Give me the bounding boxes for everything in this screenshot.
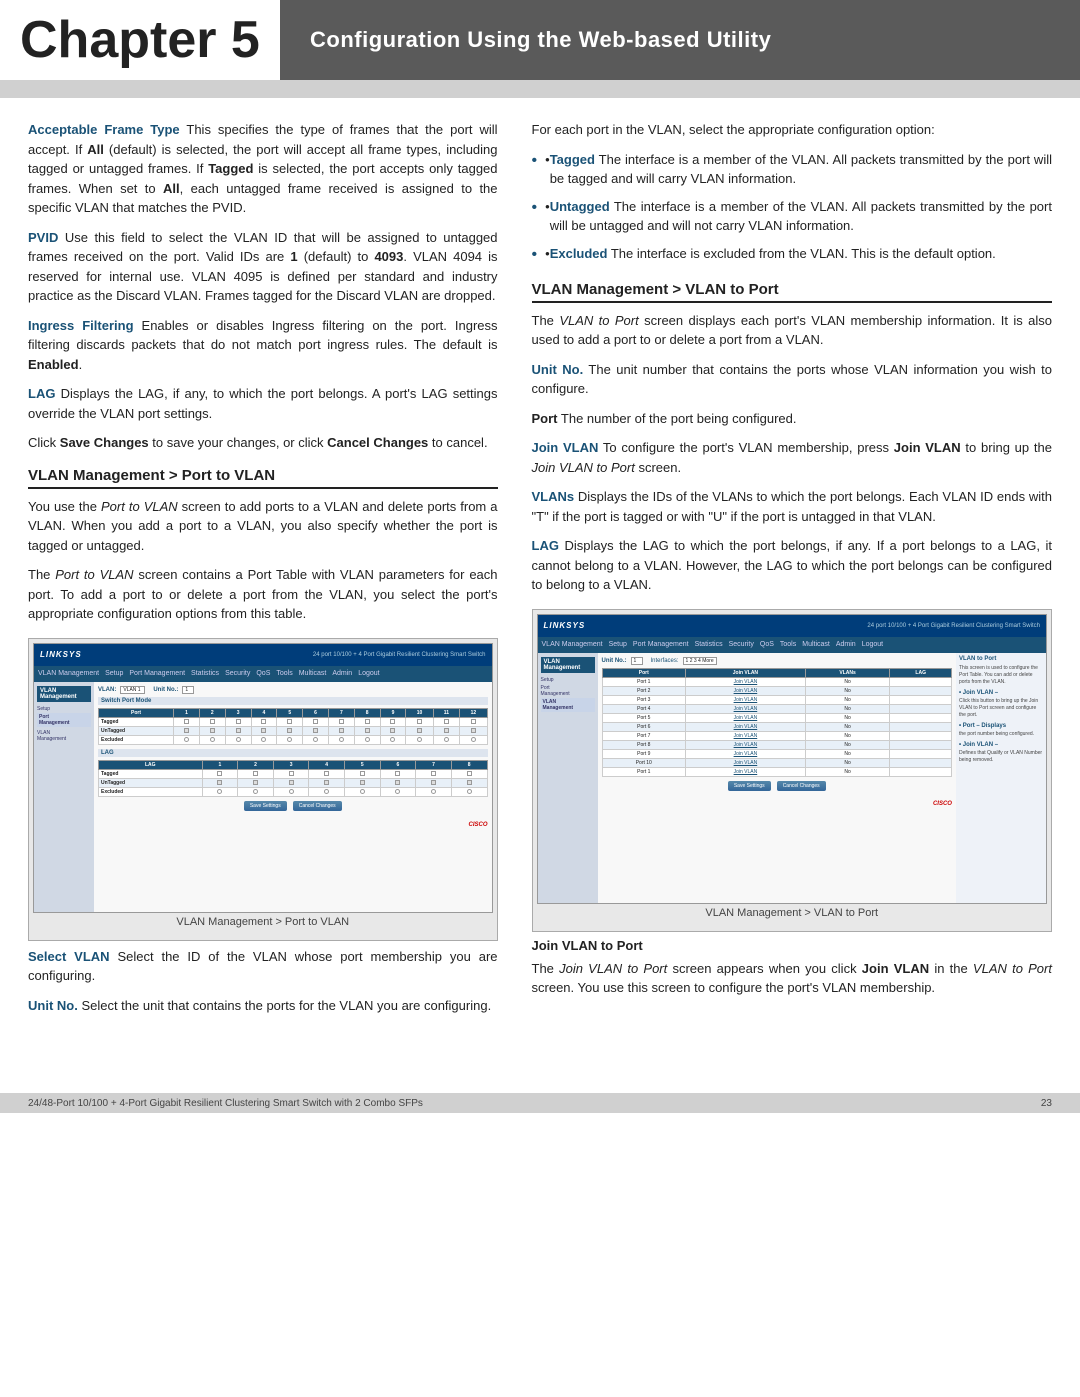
- join-vlan-to-port-heading: Join VLAN to Port: [532, 938, 1052, 953]
- footer-right: 23: [1041, 1098, 1052, 1109]
- ui-logo-left: LINKSYS: [40, 650, 82, 659]
- table-row: Port 3 Join VLAN No: [602, 695, 951, 704]
- left-column: Acceptable Frame Type This specifies the…: [28, 120, 520, 1025]
- ui-header-right: LINKSYS 24 port 10/100 + 4 Port Gigabit …: [538, 615, 1046, 637]
- acceptable-frame-type-para: Acceptable Frame Type This specifies the…: [28, 120, 498, 218]
- vlans-para: VLANs Displays the IDs of the VLANs to w…: [532, 487, 1052, 526]
- port-term-right: Port: [532, 411, 558, 426]
- ui-table-lag: LAG 12345678 Tagged: [98, 760, 488, 797]
- right-column: For each port in the VLAN, select the ap…: [520, 120, 1052, 1025]
- port-config-bullets: • Tagged The interface is a member of th…: [532, 150, 1052, 267]
- ui-table-left: Port 123456789101112 Tagged: [98, 708, 488, 745]
- table-row: Port 4 Join VLAN No: [602, 704, 951, 713]
- ui-cancel-btn-left[interactable]: Cancel Changes: [293, 801, 342, 811]
- ui-right-panel: VLAN to Port This screen is used to conf…: [956, 653, 1046, 903]
- bullet-untagged: • Untagged The interface is a member of …: [532, 197, 1052, 236]
- select-vlan-para: Select VLAN Select the ID of the VLAN wh…: [28, 947, 498, 986]
- table-row: Port 8 Join VLAN No: [602, 740, 951, 749]
- pvid-term: PVID: [28, 230, 58, 245]
- lag-term-right: LAG: [532, 538, 559, 553]
- save-changes-para: Click Save Changes to save your changes,…: [28, 433, 498, 453]
- footer-left: 24/48-Port 10/100 + 4-Port Gigabit Resil…: [28, 1098, 423, 1109]
- screenshot2-label: VLAN Management > VLAN to Port: [537, 907, 1047, 919]
- acceptable-frame-type-term: Acceptable Frame Type: [28, 122, 180, 137]
- join-vlan-term: Join VLAN: [532, 440, 599, 455]
- table-row: Port 6 Join VLAN No: [602, 722, 951, 731]
- chapter-title: Configuration Using the Web-based Utilit…: [310, 27, 771, 53]
- chapter-label: Chapter 5: [20, 14, 260, 66]
- screenshot-port-to-vlan: LINKSYS 24 port 10/100 + 4 Port Gigabit …: [28, 638, 498, 941]
- table-row: Port 1 Join VLAN No: [602, 767, 951, 776]
- top-bar: [0, 80, 1080, 98]
- ingress-filtering-para: Ingress Filtering Enables or disables In…: [28, 316, 498, 375]
- unit-no-term-left: Unit No.: [28, 998, 78, 1013]
- screenshot1-label: VLAN Management > Port to VLAN: [33, 916, 493, 928]
- vlan-to-port-heading: VLAN Management > VLAN to Port: [532, 281, 1052, 303]
- ui-header-left: LINKSYS 24 port 10/100 + 4 Port Gigabit …: [34, 644, 492, 666]
- join-vlan-to-port-para: The Join VLAN to Port screen appears whe…: [532, 959, 1052, 998]
- table-row: Port 9 Join VLAN No: [602, 749, 951, 758]
- screenshot-vlan-to-port: LINKSYS 24 port 10/100 + 4 Port Gigabit …: [532, 609, 1052, 932]
- vlan-to-port-para1: The VLAN to Port screen displays each po…: [532, 311, 1052, 350]
- ui-logo-right: LINKSYS: [544, 621, 586, 630]
- main-content: Acceptable Frame Type This specifies the…: [0, 98, 1080, 1043]
- ingress-filtering-term: Ingress Filtering: [28, 318, 134, 333]
- table-row: Port 10 Join VLAN No: [602, 758, 951, 767]
- table-row: Port 5 Join VLAN No: [602, 713, 951, 722]
- ui-nav-right: VLAN Management Setup Port Management St…: [538, 637, 1046, 653]
- ui-table-right: Port Join VLAN VLANs LAG Port 1 Join VLA…: [602, 668, 952, 777]
- port-to-vlan-para2: The Port to VLAN screen contains a Port …: [28, 565, 498, 624]
- lag-term: LAG: [28, 386, 55, 401]
- page-footer: 24/48-Port 10/100 + 4-Port Gigabit Resil…: [0, 1093, 1080, 1113]
- port-to-vlan-para1: You use the Port to VLAN screen to add p…: [28, 497, 498, 556]
- port-para-right: Port The number of the port being config…: [532, 409, 1052, 429]
- port-config-intro: For each port in the VLAN, select the ap…: [532, 120, 1052, 140]
- lag-para-right: LAG Displays the LAG to which the port b…: [532, 536, 1052, 595]
- unit-no-para-right: Unit No. The unit number that contains t…: [532, 360, 1052, 399]
- ui-body-right: VLANManagement Setup PortManagement VLAN…: [538, 653, 1046, 903]
- bullet-excluded: • Excluded The interface is excluded fro…: [532, 244, 1052, 267]
- ui-main-left: VLAN: VLAN 1 Unit No.: 1 Switch Port Mod…: [94, 682, 492, 912]
- ui-main-right: Unit No.: 1 Interfaces: 1 2 3 4 More Por…: [598, 653, 956, 903]
- table-row: Port 7 Join VLAN No: [602, 731, 951, 740]
- table-row: Port 1 Join VLAN No: [602, 677, 951, 686]
- ui-save-btn-right[interactable]: Save Settings: [728, 781, 771, 791]
- table-row: Port 2 Join VLAN No: [602, 686, 951, 695]
- ui-save-btn-left[interactable]: Save Settings: [244, 801, 287, 811]
- chapter-block: Chapter 5: [0, 0, 280, 80]
- port-to-vlan-heading: VLAN Management > Port to VLAN: [28, 467, 498, 489]
- bullet-tagged: • Tagged The interface is a member of th…: [532, 150, 1052, 189]
- ui-nav-left: VLAN Management Setup Port Management St…: [34, 666, 492, 682]
- ui-sidebar-left: VLANManagement Setup PortManagement VLAN…: [34, 682, 94, 912]
- join-vlan-para: Join VLAN To configure the port's VLAN m…: [532, 438, 1052, 477]
- select-vlan-term: Select VLAN: [28, 949, 110, 964]
- pvid-para: PVID Use this field to select the VLAN I…: [28, 228, 498, 306]
- ui-body-left: VLANManagement Setup PortManagement VLAN…: [34, 682, 492, 912]
- chapter-title-block: Configuration Using the Web-based Utilit…: [280, 0, 1080, 80]
- unit-no-para-left: Unit No. Select the unit that contains t…: [28, 996, 498, 1016]
- unit-no-term-right: Unit No.: [532, 362, 584, 377]
- vlans-term: VLANs: [532, 489, 575, 504]
- ui-sidebar-right: VLANManagement Setup PortManagement VLAN…: [538, 653, 598, 903]
- screenshot-inner-right: LINKSYS 24 port 10/100 + 4 Port Gigabit …: [537, 614, 1047, 904]
- ui-cancel-btn-right[interactable]: Cancel Changes: [777, 781, 826, 791]
- page-header: Chapter 5 Configuration Using the Web-ba…: [0, 0, 1080, 80]
- lag-para: LAG Displays the LAG, if any, to which t…: [28, 384, 498, 423]
- screenshot-inner-left: LINKSYS 24 port 10/100 + 4 Port Gigabit …: [33, 643, 493, 913]
